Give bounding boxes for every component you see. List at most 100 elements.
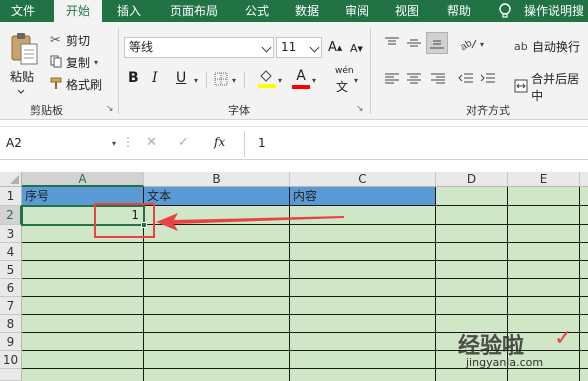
tab-page-layout[interactable]: 页面布局	[160, 0, 228, 22]
cell-d1[interactable]	[436, 187, 508, 206]
font-size-select[interactable]: 11	[276, 37, 322, 58]
column-header-b[interactable]: B	[144, 172, 290, 187]
fill-color-icon[interactable]	[258, 68, 276, 91]
row-header-11[interactable]	[0, 369, 22, 381]
tab-formulas[interactable]: 公式	[236, 0, 278, 22]
tab-file[interactable]: 文件	[0, 0, 46, 22]
shrink-font-icon: A	[350, 42, 358, 55]
chevron-down-icon[interactable]: ▾	[112, 139, 116, 148]
chevron-down-icon[interactable]: ▾	[94, 58, 98, 67]
tab-insert[interactable]: 插入	[106, 0, 152, 22]
row-header-7[interactable]: 7	[0, 297, 22, 315]
row-header-10[interactable]: 10	[0, 351, 22, 369]
align-top-icon[interactable]	[384, 36, 400, 53]
row-header-3[interactable]: 3	[0, 225, 22, 243]
row-header-6[interactable]: 6	[0, 279, 22, 297]
font-size-value: 11	[281, 40, 297, 54]
cell-e1[interactable]	[508, 187, 580, 206]
column-header-d[interactable]: D	[436, 172, 508, 187]
row-header-5[interactable]: 5	[0, 261, 22, 279]
grow-font-icon: A	[328, 40, 337, 55]
row-header-1[interactable]: 1	[0, 187, 22, 206]
row-header-8[interactable]: 8	[0, 315, 22, 333]
column-header-a[interactable]: A	[22, 172, 144, 187]
orientation-icon[interactable]: ab	[459, 36, 478, 53]
cut-button[interactable]: ✂ 剪切	[50, 32, 90, 49]
font-color-icon[interactable]: A	[292, 68, 310, 89]
merge-center-button[interactable]: 合并后居中	[514, 70, 588, 104]
divider	[244, 131, 245, 157]
phonetic-guide-icon[interactable]: wén	[335, 66, 354, 76]
shrink-font-button[interactable]: A ▼	[350, 42, 363, 55]
font-name-select[interactable]: 等线	[124, 37, 274, 58]
formula-bar: A2 ▾ ⋮ ✕ ✓ fx 1	[0, 126, 588, 160]
caret-down-icon: ▼	[357, 44, 363, 53]
chevron-down-icon[interactable]	[17, 84, 25, 94]
row-header-2[interactable]: 2	[0, 206, 22, 225]
tab-view[interactable]: 视图	[386, 0, 428, 22]
spreadsheet-grid: A B C D E 1 2 3 4 5 6 7 8 9 10 序号 文本 内容	[0, 172, 588, 381]
font-color-letter: A	[296, 68, 306, 84]
paste-button[interactable]: 粘贴	[10, 68, 34, 85]
brush-icon	[50, 77, 66, 93]
dialog-launcher-icon[interactable]: ↘	[106, 104, 114, 114]
phonetic-glyph: 文	[336, 80, 349, 94]
underline-button[interactable]: U	[176, 70, 186, 86]
column-header-c[interactable]: C	[290, 172, 436, 187]
annotation-arrow-icon	[156, 212, 346, 235]
align-middle-icon[interactable]	[406, 36, 422, 53]
copy-label: 复制	[66, 56, 91, 70]
decrease-indent-icon[interactable]	[458, 72, 474, 89]
tab-help[interactable]: 帮助	[438, 0, 480, 22]
font-color-swatch	[292, 85, 310, 89]
insert-function-icon[interactable]: fx	[214, 135, 225, 149]
dialog-launcher-icon[interactable]: ↘	[356, 104, 364, 114]
tab-home[interactable]: 开始	[54, 0, 102, 22]
row-header-9[interactable]: 9	[0, 333, 22, 351]
tab-review[interactable]: 审阅	[336, 0, 378, 22]
copy-button[interactable]: 复制 ▾	[50, 54, 98, 71]
cancel-icon[interactable]: ✕	[146, 135, 157, 150]
tell-me-search[interactable]: 操作说明搜	[524, 0, 588, 22]
chevron-down-icon[interactable]: ▾	[232, 76, 236, 85]
chevron-down-icon[interactable]: ▾	[278, 76, 282, 85]
column-header-f[interactable]	[580, 172, 588, 187]
chevron-down-icon[interactable]: ▾	[480, 40, 484, 49]
align-left-icon[interactable]	[384, 72, 400, 89]
divider	[118, 28, 119, 114]
chevron-down-icon[interactable]: ▾	[312, 76, 316, 85]
annotation-highlight-box	[94, 203, 155, 238]
borders-icon[interactable]	[214, 72, 228, 89]
cell-b1[interactable]: 文本	[144, 187, 290, 206]
lightbulb-icon	[498, 3, 512, 19]
select-all-corner[interactable]	[0, 172, 22, 187]
format-painter-button[interactable]: 格式刷	[50, 76, 102, 93]
merge-center-label: 合并后居中	[531, 72, 580, 103]
formula-input[interactable]: 1	[258, 136, 266, 150]
check-icon[interactable]: ✓	[178, 135, 189, 150]
align-center-icon[interactable]	[406, 72, 422, 89]
cut-label: 剪切	[66, 34, 91, 48]
align-bottom-icon[interactable]	[426, 32, 448, 54]
tab-data[interactable]: 数据	[286, 0, 328, 22]
italic-button[interactable]: I	[152, 70, 158, 86]
column-header-e[interactable]: E	[508, 172, 580, 187]
chevron-down-icon[interactable]: ▾	[194, 76, 198, 85]
bold-button[interactable]: B	[128, 70, 139, 86]
divider	[370, 28, 371, 114]
more-options-icon: ⋮	[122, 135, 134, 149]
increase-indent-icon[interactable]	[480, 72, 496, 89]
grow-font-button[interactable]: A ▲	[328, 40, 342, 55]
wrap-text-button[interactable]: ab 自动换行	[514, 38, 580, 55]
row-header-4[interactable]: 4	[0, 243, 22, 261]
menu-bar: 文件 开始 插入 页面布局 公式 数据 审阅 视图 帮助 操作说明搜	[0, 0, 588, 22]
name-box[interactable]: A2	[6, 136, 22, 150]
cell-f1[interactable]	[580, 187, 588, 206]
paste-icon[interactable]	[8, 32, 40, 66]
chevron-down-icon[interactable]: ▾	[354, 76, 358, 85]
scissors-icon: ✂	[50, 33, 61, 48]
wrap-text-icon: ab	[514, 40, 528, 53]
align-right-icon[interactable]	[430, 72, 446, 89]
cell-c1[interactable]: 内容	[290, 187, 436, 206]
watermark-url: jingyanla.com	[466, 356, 544, 369]
